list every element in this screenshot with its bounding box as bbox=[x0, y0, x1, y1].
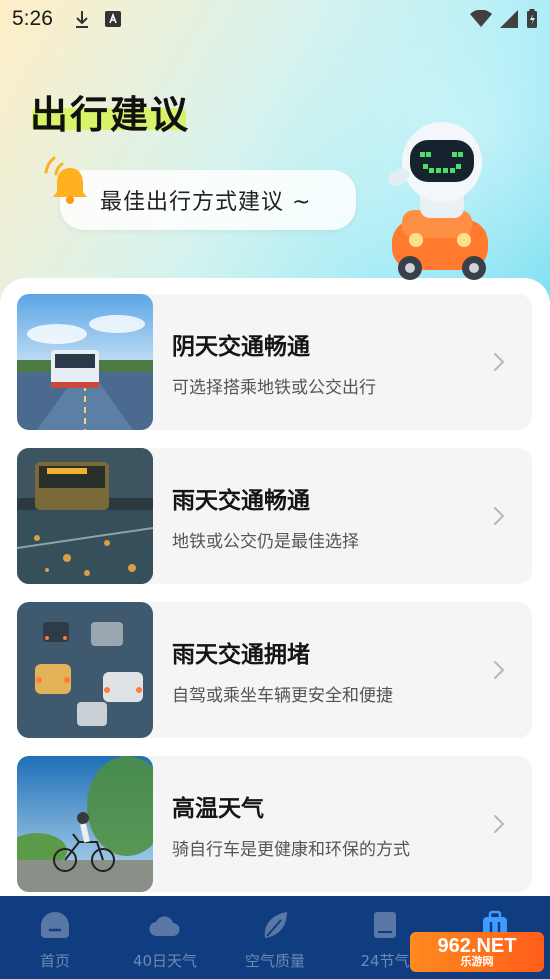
tab-label: 空气质量 bbox=[244, 952, 305, 970]
suggestion-card[interactable]: 高温天气 骑自行车是更健康和环保的方式 bbox=[17, 756, 532, 892]
chevron-right-icon bbox=[494, 815, 505, 833]
card-title: 高温天气 bbox=[172, 795, 264, 822]
tab-home[interactable]: 首页 bbox=[0, 896, 110, 979]
tab-label: 24节气 bbox=[360, 952, 410, 970]
suggestion-list: 阴天交通畅通 可选择搭乘地铁或公交出行 雨天交通畅通 地铁或公交仍是最佳选择 雨… bbox=[0, 278, 550, 898]
card-description: 自驾或乘坐车辆更安全和便捷 bbox=[172, 685, 393, 706]
card-title: 雨天交通畅通 bbox=[172, 487, 310, 514]
bell-icon bbox=[44, 156, 87, 204]
download-icon bbox=[75, 11, 88, 28]
subtitle-text: 最佳出行方式建议 ~ bbox=[100, 190, 312, 215]
home-icon bbox=[41, 912, 69, 938]
suggestion-card[interactable]: 雨天交通拥堵 自驾或乘坐车辆更安全和便捷 bbox=[17, 602, 532, 738]
tab-label: 40日天气 bbox=[132, 952, 198, 970]
book-icon bbox=[374, 912, 396, 938]
app-notification-icon bbox=[104, 11, 121, 27]
tab-air-quality[interactable]: 空气质量 bbox=[220, 896, 330, 979]
watermark-sub: 乐游网 bbox=[460, 956, 494, 968]
subtitle-bubble: 最佳出行方式建议 ~ bbox=[60, 170, 356, 230]
card-title: 阴天交通畅通 bbox=[172, 333, 310, 360]
card-thumbnail bbox=[17, 756, 153, 892]
leaf-icon bbox=[264, 912, 287, 938]
card-title: 雨天交通拥堵 bbox=[172, 641, 310, 668]
wifi-icon bbox=[470, 10, 492, 27]
battery-icon bbox=[527, 9, 537, 28]
chevron-right-icon bbox=[494, 353, 505, 371]
robot-mascot bbox=[388, 122, 488, 280]
tab-label: 首页 bbox=[39, 952, 70, 970]
watermark-logo: 962.NET 乐游网 bbox=[410, 932, 544, 972]
signal-icon bbox=[500, 10, 518, 28]
chevron-right-icon bbox=[494, 661, 505, 679]
card-thumbnail bbox=[17, 294, 153, 430]
suggestion-card[interactable]: 雨天交通畅通 地铁或公交仍是最佳选择 bbox=[17, 448, 532, 584]
card-description: 可选择搭乘地铁或公交出行 bbox=[172, 377, 376, 398]
chevron-right-icon bbox=[494, 507, 505, 525]
page-title: 出行建议 bbox=[30, 93, 191, 137]
status-bar: 5:26 bbox=[0, 0, 550, 38]
cloud-icon bbox=[149, 916, 180, 937]
suggestion-card[interactable]: 阴天交通畅通 可选择搭乘地铁或公交出行 bbox=[17, 294, 532, 430]
hero-banner: 5:26 出行建议 最佳出行方式建议 ~ bbox=[0, 0, 550, 300]
status-time: 5:26 bbox=[12, 7, 53, 30]
tab-40-day-weather[interactable]: 40日天气 bbox=[110, 896, 220, 979]
card-thumbnail bbox=[17, 448, 153, 584]
watermark-brand: 962.NET bbox=[437, 935, 517, 957]
card-description: 骑自行车是更健康和环保的方式 bbox=[172, 839, 410, 860]
card-thumbnail bbox=[17, 602, 153, 738]
card-description: 地铁或公交仍是最佳选择 bbox=[172, 531, 359, 552]
